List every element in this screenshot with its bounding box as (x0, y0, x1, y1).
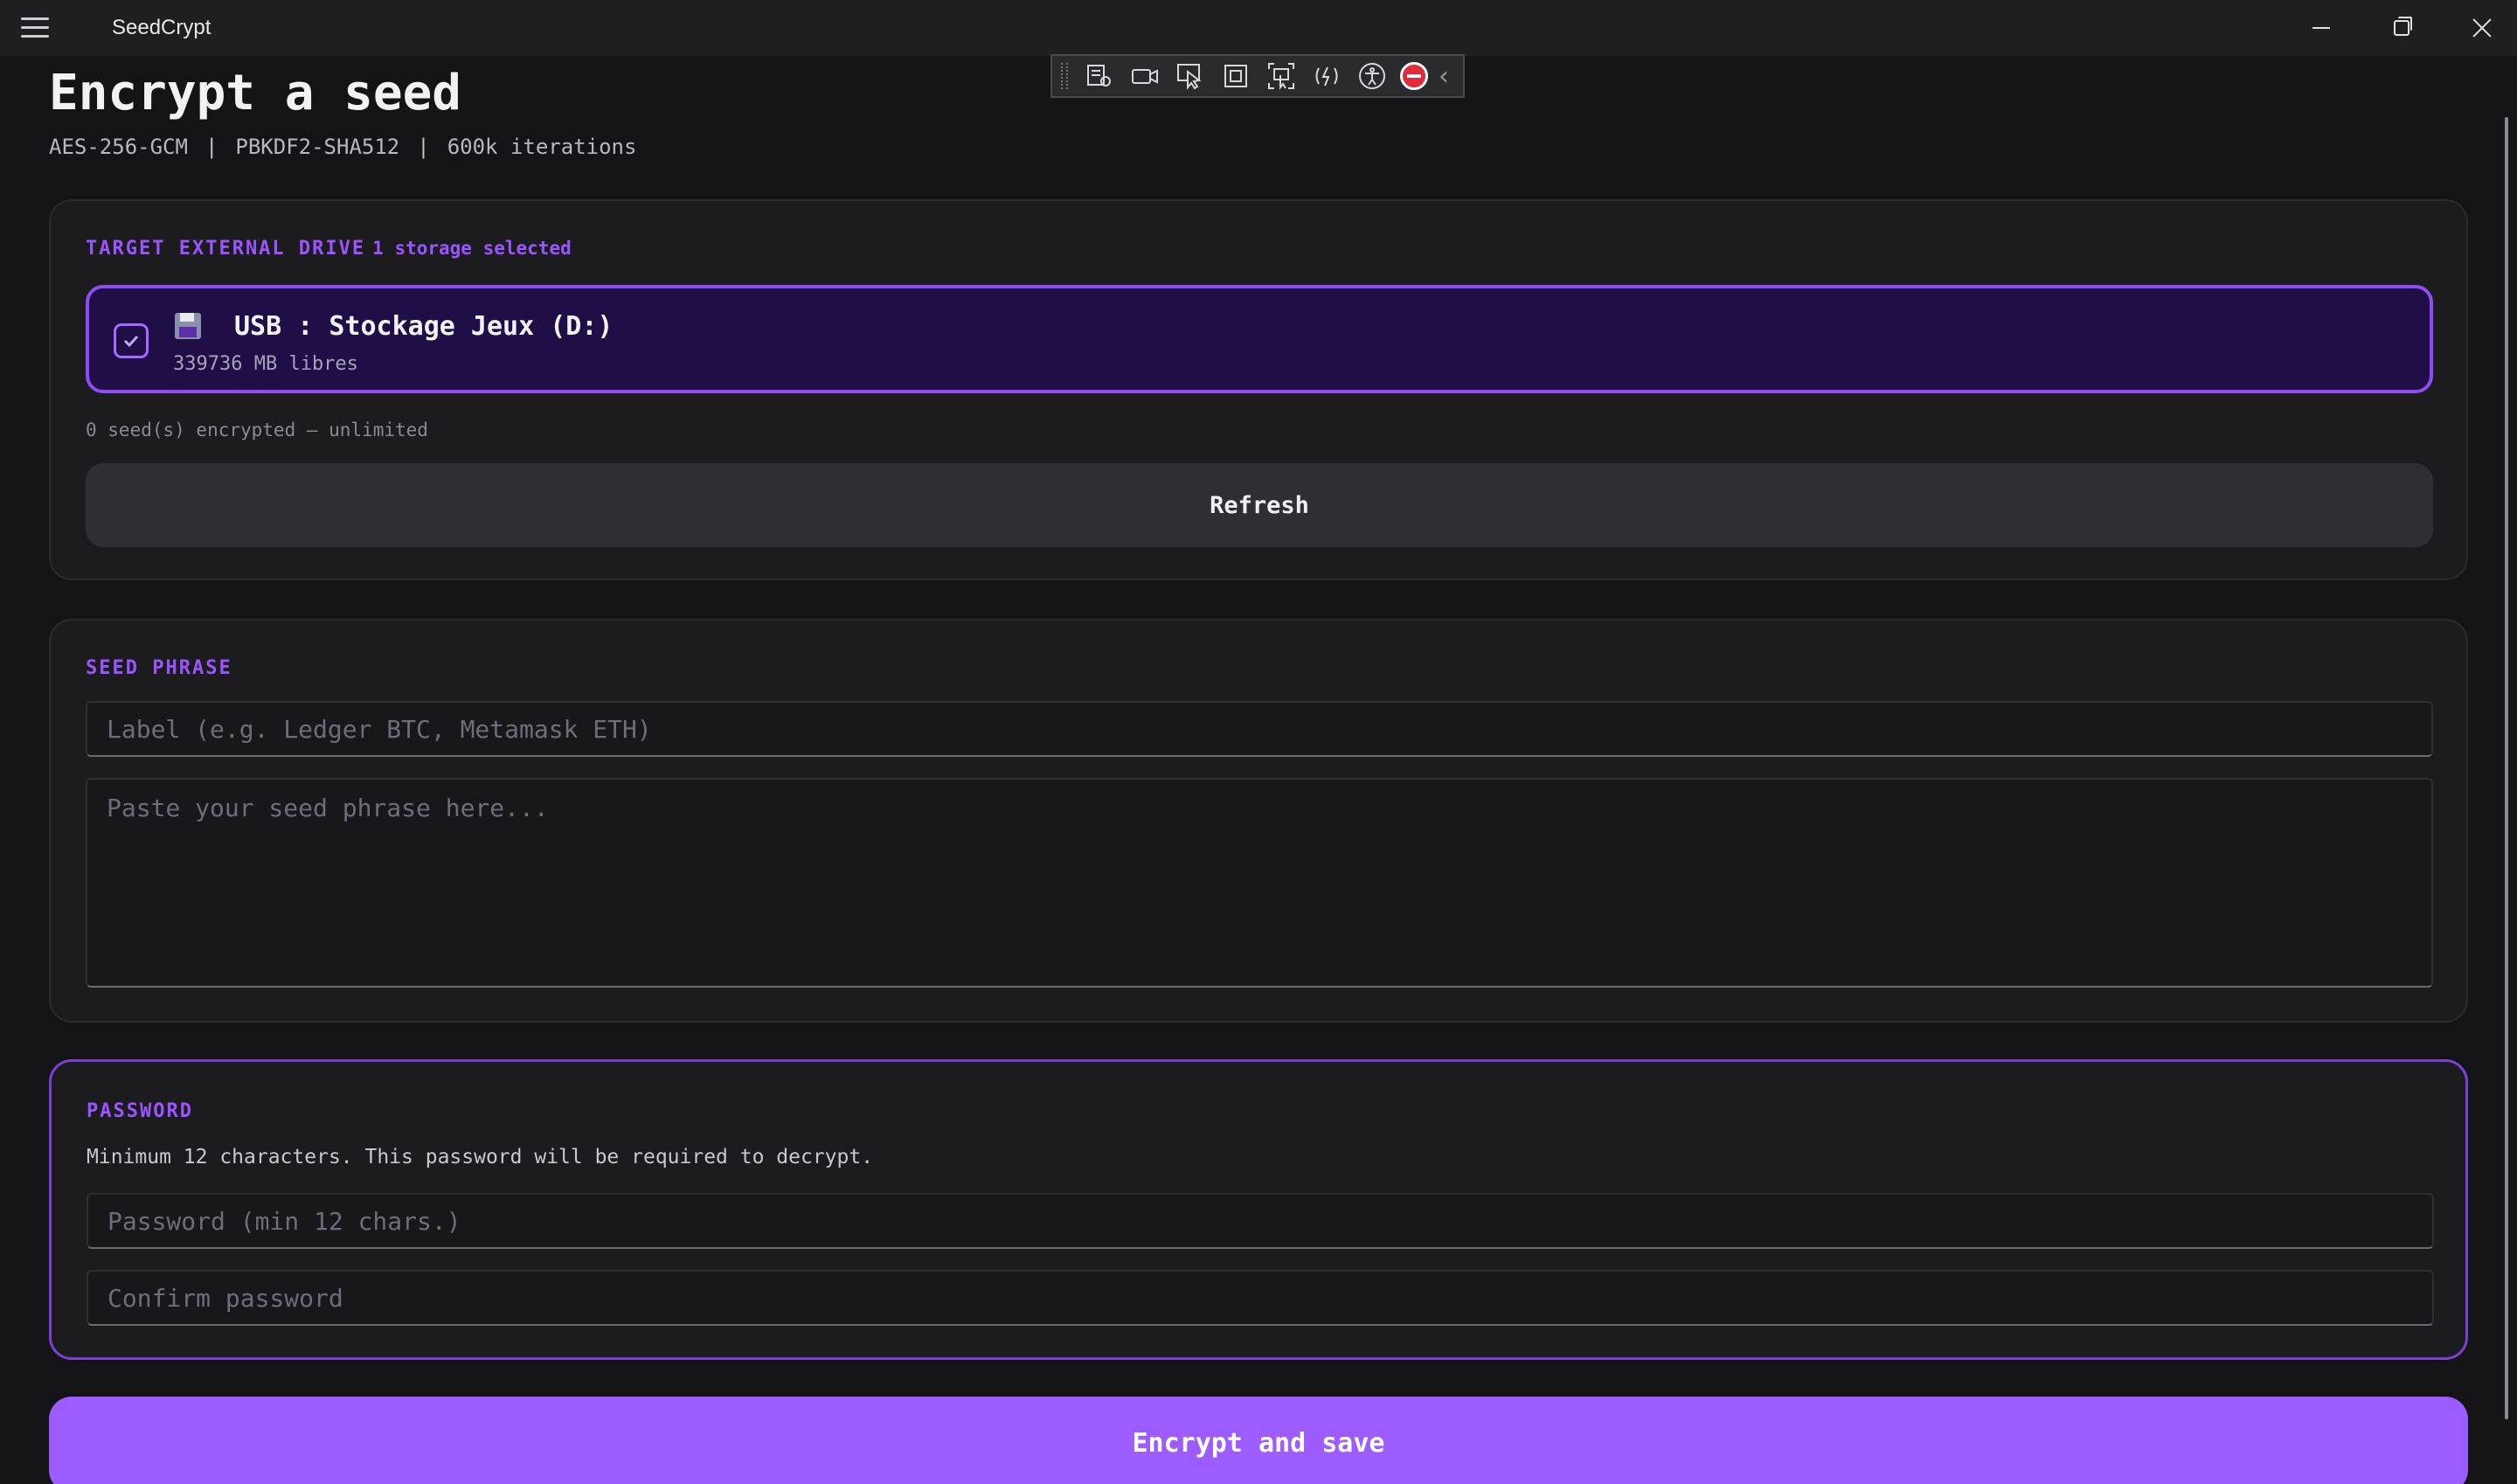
spec-separator: | (205, 135, 218, 159)
app-title: SeedCrypt (112, 16, 211, 39)
refresh-button[interactable]: Refresh (86, 463, 2433, 547)
seed-phrase-textarea[interactable] (86, 778, 2433, 988)
spec-separator: | (417, 135, 430, 159)
storage-selected-count: 1 storage selected (372, 238, 572, 259)
encrypt-and-save-button[interactable]: Encrypt and save (49, 1397, 2468, 1484)
menu-icon[interactable] (21, 17, 49, 38)
accessibility-icon[interactable] (1355, 59, 1390, 94)
debug-toolbar: ‹ (1050, 54, 1465, 98)
seed-label-input[interactable] (86, 701, 2433, 757)
password-label: PASSWORD (87, 1100, 193, 1122)
spec-cipher: AES-256-GCM (49, 135, 188, 159)
close-icon (2472, 17, 2493, 38)
seed-count-status: 0 seed(s) encrypted — unlimited (86, 420, 428, 440)
confirm-password-input[interactable] (87, 1270, 2434, 1326)
select-element-icon[interactable] (1173, 59, 1208, 94)
live-visual-tree-icon[interactable] (1082, 59, 1117, 94)
spec-kdf: PBKDF2-SHA512 (235, 135, 400, 159)
seed-phrase-label: SEED PHRASE (86, 657, 232, 679)
drive-item[interactable]: USB : Stockage Jeux (D:) 339736 MB libre… (86, 285, 2433, 393)
minimize-button[interactable] (2281, 0, 2361, 56)
vertical-scrollbar[interactable] (2505, 117, 2508, 1419)
floppy-disk-icon (175, 313, 201, 339)
stop-icon[interactable] (1400, 62, 1428, 90)
target-drive-card: TARGET EXTERNAL DRIVE 1 storage selected … (49, 199, 2468, 580)
password-card: PASSWORD Minimum 12 characters. This pas… (49, 1059, 2468, 1360)
password-input[interactable] (87, 1193, 2434, 1249)
display-layout-adorners-icon[interactable] (1218, 59, 1253, 94)
record-video-icon[interactable] (1127, 59, 1162, 94)
restore-icon (2394, 17, 2412, 36)
password-hint: Minimum 12 characters. This password wil… (87, 1146, 874, 1168)
close-button[interactable] (2442, 0, 2517, 56)
page-title: Encrypt a seed (49, 65, 462, 121)
check-icon (123, 335, 139, 348)
drive-checkbox[interactable] (114, 323, 149, 358)
drive-name: USB : Stockage Jeux (D:) (234, 311, 614, 342)
title-bar: SeedCrypt (0, 0, 2517, 56)
hot-reload-icon[interactable] (1309, 59, 1344, 94)
spec-iterations: 600k iterations (447, 135, 637, 159)
restore-button[interactable] (2361, 0, 2442, 56)
track-focused-element-icon[interactable] (1264, 59, 1299, 94)
drive-free-space: 339736 MB libres (173, 353, 358, 375)
drag-handle[interactable] (1061, 63, 1068, 89)
seed-phrase-card: SEED PHRASE (49, 619, 2468, 1023)
minimize-icon (2312, 27, 2330, 29)
crypto-specs: AES-256-GCM | PBKDF2-SHA512 | 600k itera… (49, 135, 636, 159)
collapse-chevron-icon[interactable]: ‹ (1439, 61, 1449, 92)
target-drive-label: TARGET EXTERNAL DRIVE 1 storage selected (86, 238, 572, 260)
